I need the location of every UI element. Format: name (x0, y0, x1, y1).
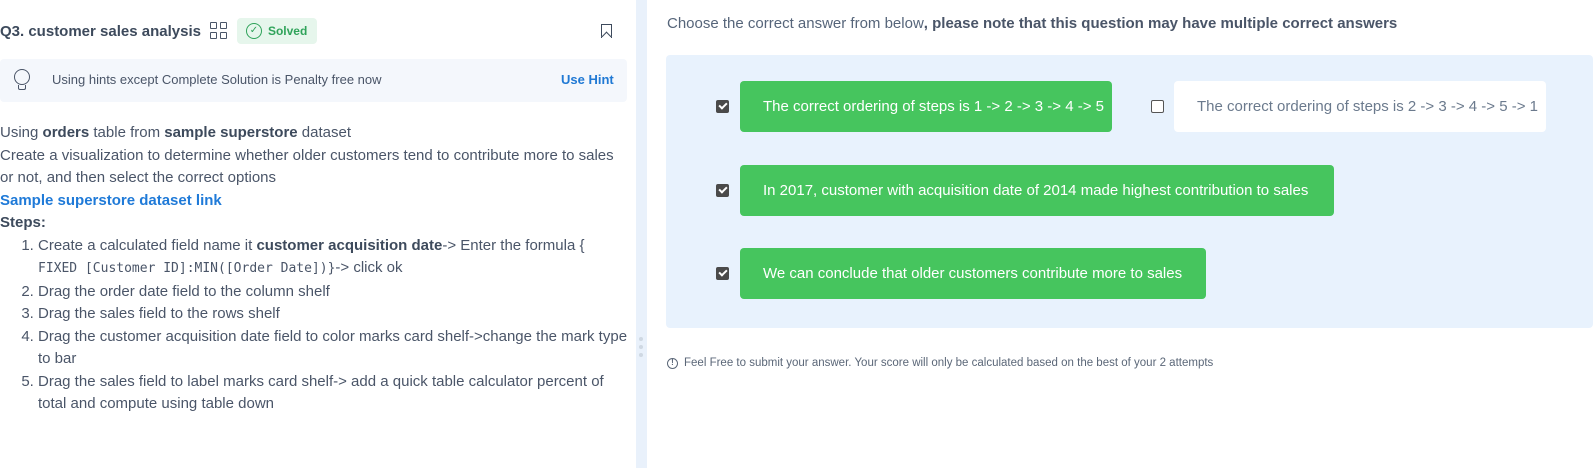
status-badge: ✓ Solved (236, 18, 318, 44)
option-row-1: The correct ordering of steps is 1 -> 2 … (716, 81, 1112, 132)
question-header: Q3. customer sales analysis ✓ Solved (0, 16, 630, 46)
step-3: Drag the sales field to the rows shelf (38, 303, 630, 326)
check-circle-icon: ✓ (245, 23, 262, 39)
step-4: Drag the customer acquisition date field… (38, 326, 630, 371)
task-text: Create a visualization to determine whet… (0, 146, 614, 187)
status-badge-label: Solved (267, 24, 308, 38)
answer-panel: Choose the correct answer from below, pl… (647, 0, 1593, 468)
info-icon: ! (667, 357, 678, 369)
drag-handle-icon[interactable] (639, 337, 643, 361)
option-1[interactable]: The correct ordering of steps is 1 -> 2 … (740, 81, 1112, 132)
attempt-note: ! Feel Free to submit your answer. Your … (667, 357, 1213, 369)
step-5: Drag the sales field to label marks card… (38, 371, 630, 416)
option-row-3: In 2017, customer with acquisition date … (716, 165, 1334, 216)
steps-label: Steps: (0, 214, 46, 231)
question-panel: Q3. customer sales analysis ✓ Solved Usi… (0, 0, 636, 468)
table-name: orders (42, 124, 90, 141)
step-1: Create a calculated field name it custom… (38, 235, 630, 281)
question-description: Using orders table from sample superstor… (0, 122, 630, 416)
step-2: Drag the order date field to the column … (38, 281, 630, 304)
answer-instruction: Choose the correct answer from below, pl… (667, 15, 1398, 32)
option-row-4: We can conclude that older customers con… (716, 248, 1206, 299)
formula-code: FIXED [Customer ID]:MIN([Order Date])} (38, 261, 336, 276)
grid-icon[interactable] (209, 22, 228, 40)
option-checkbox-2[interactable] (1151, 100, 1164, 113)
steps-list: Create a calculated field name it custom… (38, 235, 630, 416)
hint-text: Using hints except Complete Solution is … (52, 72, 382, 87)
option-row-2: The correct ordering of steps is 2 -> 3 … (1151, 81, 1546, 132)
lightbulb-icon (14, 69, 30, 91)
attempt-note-text: Feel Free to submit your answer. Your sc… (684, 357, 1214, 369)
hint-bar: Using hints except Complete Solution is … (0, 59, 627, 102)
dataset-line: Using orders table from sample superstor… (0, 124, 352, 141)
options-container: The correct ordering of steps is 1 -> 2 … (666, 55, 1593, 328)
option-checkbox-3[interactable] (716, 184, 729, 197)
panel-resizer[interactable] (636, 0, 647, 468)
option-3[interactable]: In 2017, customer with acquisition date … (740, 165, 1334, 216)
option-4[interactable]: We can conclude that older customers con… (740, 248, 1206, 299)
question-title: Q3. customer sales analysis (0, 22, 201, 40)
option-2[interactable]: The correct ordering of steps is 2 -> 3 … (1174, 81, 1546, 132)
dataset-link[interactable]: Sample superstore dataset link (0, 190, 630, 213)
dataset-name: sample superstore (164, 124, 298, 141)
bookmark-icon[interactable] (601, 24, 612, 38)
option-checkbox-1[interactable] (716, 100, 729, 113)
use-hint-button[interactable]: Use Hint (561, 72, 614, 87)
option-checkbox-4[interactable] (716, 267, 729, 280)
